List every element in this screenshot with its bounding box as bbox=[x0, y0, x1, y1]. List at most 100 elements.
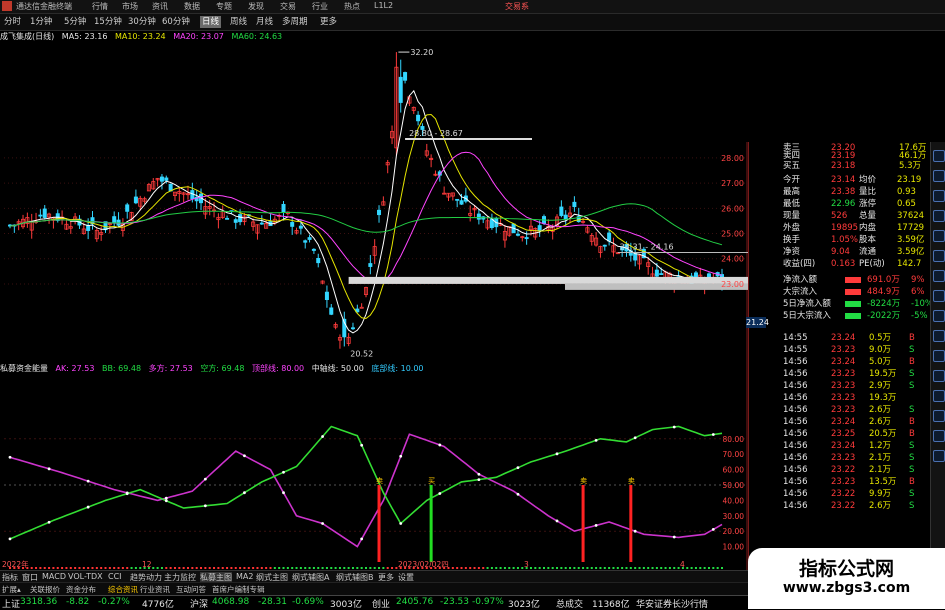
sidebar-tool-icon[interactable] bbox=[933, 350, 945, 362]
menu-item-8[interactable]: 热点 bbox=[344, 1, 360, 12]
state-dot bbox=[321, 567, 324, 569]
period-tab-4[interactable]: 30分钟 bbox=[126, 16, 158, 28]
osc-bull: 多方: 27.53 bbox=[148, 364, 193, 373]
state-dot bbox=[595, 567, 598, 569]
state-dot bbox=[139, 567, 142, 569]
osc-axis-label: 40.00 bbox=[723, 496, 745, 505]
candle-body bbox=[403, 72, 408, 81]
tick-row: 14:56 23.24 2.6万 B bbox=[783, 417, 915, 427]
state-dot bbox=[629, 567, 632, 569]
status-hs-pct: -0.69% bbox=[292, 597, 324, 607]
sidebar-tool-icon[interactable] bbox=[933, 210, 945, 222]
sidebar-tool-icon[interactable] bbox=[933, 190, 945, 202]
menu-item-4[interactable]: 专题 bbox=[216, 1, 232, 12]
indicator-tab[interactable]: VOL-TDX bbox=[68, 572, 103, 581]
period-tab-9[interactable]: 多周期 bbox=[280, 16, 310, 28]
sidebar-tool-icon[interactable] bbox=[933, 430, 945, 442]
bb-dot bbox=[672, 425, 676, 429]
period-tab-2[interactable]: 5分钟 bbox=[62, 16, 88, 28]
bb-dot bbox=[8, 537, 12, 541]
info-tab[interactable]: 行业资讯 bbox=[140, 584, 170, 595]
tick-row: 14:56 23.22 2.6万 S bbox=[783, 501, 915, 511]
period-tab-8[interactable]: 月线 bbox=[254, 16, 275, 28]
state-dot bbox=[87, 567, 90, 569]
sidebar-tool-icon[interactable] bbox=[933, 290, 945, 302]
info-tab[interactable]: 扩展▴ bbox=[2, 584, 21, 595]
menu-item-6[interactable]: 交易 bbox=[280, 1, 296, 12]
period-tab-1[interactable]: 1分钟 bbox=[28, 16, 54, 28]
sidebar-tool-icon[interactable] bbox=[933, 310, 945, 322]
state-dot bbox=[113, 567, 116, 569]
sidebar-tool-icon[interactable] bbox=[933, 270, 945, 282]
status-total-value: 11368亿 bbox=[592, 600, 630, 610]
info-tab[interactable]: 综合资讯 bbox=[108, 584, 138, 595]
sidebar-tool-icon[interactable] bbox=[933, 330, 945, 342]
state-dot bbox=[694, 567, 697, 569]
period-tab-7[interactable]: 周线 bbox=[228, 16, 249, 28]
menu-item-1[interactable]: 市场 bbox=[122, 1, 138, 12]
quote-panel: 卖三 23.20 17.6万 卖四 23.19 46.1万 买五 23.18 5… bbox=[746, 142, 933, 572]
state-dot bbox=[130, 567, 133, 569]
state-dot bbox=[204, 567, 207, 569]
state-dot bbox=[252, 567, 255, 569]
menu-item-5[interactable]: 发现 bbox=[248, 1, 264, 12]
candle-body bbox=[281, 203, 286, 213]
osc-axis-label: 10.00 bbox=[723, 543, 745, 552]
price-axis-label: 24.00 bbox=[721, 255, 744, 264]
ak-dot bbox=[86, 479, 90, 483]
period-tab-5[interactable]: 60分钟 bbox=[160, 16, 192, 28]
info-tab[interactable]: 互动问答 bbox=[176, 584, 206, 595]
ak-dot bbox=[8, 455, 12, 459]
info-tab[interactable]: 关联报价 bbox=[30, 584, 60, 595]
menu-item-3[interactable]: 数据 bbox=[184, 1, 200, 12]
menu-item-7[interactable]: 行业 bbox=[312, 1, 328, 12]
ak-dot bbox=[203, 477, 207, 481]
menu-item-2[interactable]: 资讯 bbox=[152, 1, 168, 12]
state-dot bbox=[191, 567, 194, 569]
candle-body bbox=[125, 204, 130, 212]
chart-canvas[interactable]: 32.20 20.52 28.80 - 28.67 24.31 - 24.16 28.0… bbox=[0, 42, 748, 570]
period-tab-10[interactable]: 更多 bbox=[318, 16, 339, 28]
sidebar-tool-icon[interactable] bbox=[933, 250, 945, 262]
status-sh-pct: -0.27% bbox=[98, 597, 130, 607]
period-tab-3[interactable]: 15分钟 bbox=[92, 16, 124, 28]
ma60-label: MA60: 24.63 bbox=[231, 32, 283, 41]
bb-dot bbox=[594, 438, 598, 442]
menu-item-0[interactable]: 行情 bbox=[92, 1, 108, 12]
state-dot bbox=[52, 567, 55, 569]
state-dot bbox=[61, 567, 64, 569]
sidebar-tool-icon[interactable] bbox=[933, 370, 945, 382]
bb-dot bbox=[321, 435, 324, 438]
sidebar-tool-icon[interactable] bbox=[933, 170, 945, 182]
status-news[interactable]: 华安证券长沙行情 bbox=[636, 597, 708, 610]
trade-menu[interactable]: 交易系 bbox=[505, 1, 529, 12]
tick-row: 14:56 23.23 2.9万 S bbox=[783, 381, 915, 391]
candle-body bbox=[329, 307, 334, 315]
indicator-tab[interactable]: MACD bbox=[42, 572, 66, 581]
indicator-tab[interactable]: CCI bbox=[108, 572, 122, 581]
sidebar-tool-icon[interactable] bbox=[933, 410, 945, 422]
ak-dot bbox=[477, 472, 481, 476]
candle-body bbox=[563, 214, 568, 220]
period-tab-6[interactable]: 日线 bbox=[200, 16, 222, 28]
state-dot bbox=[369, 567, 372, 569]
sidebar-tool-icon[interactable] bbox=[933, 150, 945, 162]
info-tab[interactable]: 首席户编制专辑 bbox=[212, 584, 265, 595]
state-dot bbox=[230, 567, 233, 569]
info-tab[interactable]: 资金分布 bbox=[66, 584, 96, 595]
state-dot bbox=[286, 567, 289, 569]
indicator-tab[interactable]: MA2 bbox=[236, 572, 253, 581]
period-tab-0[interactable]: 分时 bbox=[2, 16, 23, 28]
sidebar-tool-icon[interactable] bbox=[933, 230, 945, 242]
state-dot bbox=[534, 567, 537, 569]
tick-row: 14:56 23.22 2.1万 S bbox=[783, 465, 915, 475]
state-dot bbox=[703, 567, 706, 569]
state-dot bbox=[477, 567, 480, 569]
sidebar-tool-icon[interactable] bbox=[933, 390, 945, 402]
state-dot bbox=[156, 567, 159, 569]
menu-item-9[interactable]: L1L2 bbox=[374, 1, 393, 10]
ak-dot bbox=[321, 522, 324, 525]
bb-dot bbox=[282, 470, 285, 474]
signal-mark: 卖 bbox=[628, 477, 635, 485]
sidebar-tool-icon[interactable] bbox=[933, 450, 945, 462]
